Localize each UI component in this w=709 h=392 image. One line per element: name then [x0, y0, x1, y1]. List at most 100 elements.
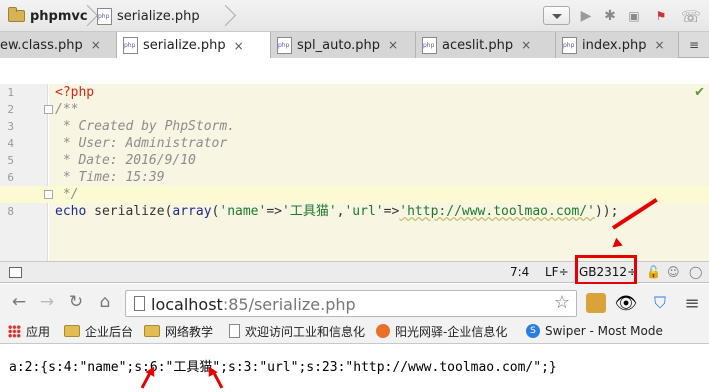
debug-icon[interactable]: ✱	[600, 6, 620, 26]
reload-icon[interactable]: ↻	[66, 292, 86, 312]
code-string: 'url'	[344, 204, 384, 219]
tab-index[interactable]: index.php ×	[556, 32, 679, 58]
folder-icon	[8, 7, 25, 22]
close-icon[interactable]: ×	[91, 38, 101, 52]
ide-navigation-bar: phpmvc serialize.php ▶ ✱ ▣ ⚑ ☏	[0, 0, 709, 32]
tab-overflow-menu[interactable]: ≡	[679, 32, 709, 58]
php-file-icon	[422, 36, 437, 54]
phone-debug-icon[interactable]: ☏	[681, 6, 701, 26]
code-line-1: <?php	[55, 85, 95, 100]
page-icon	[134, 296, 145, 311]
apps-icon	[8, 324, 21, 338]
code-line-7: */	[55, 187, 79, 202]
code-editor[interactable]: 1 2 3 4 5 6 7 8 ✔ <?php /** * Created by…	[0, 58, 709, 261]
tab-label: serialize.php	[143, 38, 226, 53]
address-bar[interactable]: localhost:85/serialize.php ☆	[125, 290, 577, 317]
line-number-gutter: 1 2 3 4 5 6 7 8	[0, 84, 48, 261]
tab-label: index.php	[582, 37, 647, 53]
tab-aceslit[interactable]: aceslit.php ×	[416, 32, 556, 58]
tab-label: ew.class.php	[0, 37, 83, 53]
url-text[interactable]: localhost:85/serialize.php	[151, 295, 356, 314]
code-line-4: * User: Administrator	[55, 136, 228, 151]
php-validate-icon[interactable]: ⚑	[651, 6, 671, 26]
code-line-3: * Created by PhpStorm.	[55, 119, 236, 134]
code-string-url: 'http://www.toolmao.com/'	[399, 204, 595, 219]
hector-icon[interactable]: ☺	[667, 265, 680, 279]
tab-ew-class[interactable]: ew.class.php ×	[0, 32, 117, 58]
breadcrumb-file[interactable]: serialize.php	[97, 5, 200, 27]
tab-label: spl_auto.php	[297, 37, 381, 53]
bookmark-label: Swiper - Most Mode	[545, 324, 663, 338]
bookmark-label: 欢迎访问工业和信息化	[245, 324, 366, 339]
bookmark-teaching[interactable]: 网络教学	[144, 322, 224, 340]
swiper-icon: S	[526, 324, 540, 338]
line-number: 5	[7, 154, 14, 167]
bookmark-swiper[interactable]: S Swiper - Most Mode	[526, 322, 664, 340]
code-line-5: * Date: 2016/9/10	[55, 153, 196, 168]
code-line-6: * Time: 15:39	[55, 170, 165, 185]
code-operator: =>	[266, 204, 282, 219]
tab-label: aceslit.php	[442, 37, 514, 53]
notebook-extension-icon[interactable]	[586, 293, 606, 313]
tool-windows-icon[interactable]	[9, 267, 22, 278]
tab-serialize[interactable]: serialize.php ×	[117, 32, 271, 59]
site-icon	[376, 324, 390, 338]
tab-spl-auto[interactable]: spl_auto.php ×	[271, 32, 416, 58]
bookmark-miit[interactable]: 欢迎访问工业和信息化	[229, 322, 369, 340]
breadcrumb-separator	[222, 4, 232, 28]
caret-position[interactable]: 7:4	[510, 265, 529, 279]
back-icon[interactable]: ←	[9, 292, 29, 312]
line-separator[interactable]: LF÷	[545, 265, 569, 279]
line-number: 6	[7, 171, 14, 184]
php-file-icon	[123, 37, 138, 54]
php-file-icon	[97, 7, 112, 25]
lock-icon[interactable]: 🔓	[646, 265, 661, 279]
bookmark-label: 网络教学	[165, 324, 214, 339]
close-icon[interactable]: ×	[521, 38, 531, 52]
bookmark-label: 阳光网驿-企业信息化	[395, 324, 508, 339]
close-icon[interactable]: ×	[654, 38, 664, 52]
fold-marker[interactable]	[44, 105, 53, 114]
code-line-8: echo serialize(array('name'=>'工具猫','url'…	[55, 203, 618, 220]
code-punct: ));	[594, 204, 619, 219]
url-host: localhost	[151, 295, 223, 314]
bookmark-label: 企业后台	[85, 324, 134, 339]
bookmark-apps[interactable]: 应用	[8, 322, 58, 340]
menu-icon[interactable]: ≡	[682, 293, 702, 314]
event-log-icon[interactable]: ◯	[689, 265, 702, 279]
close-icon[interactable]: ×	[388, 38, 398, 52]
close-icon[interactable]: ×	[234, 39, 244, 53]
serialized-output: a:2:{s:4:"name";s:6:"工具猫";s:3:"url";s:23…	[9, 360, 557, 375]
code-function: serialize(	[86, 204, 173, 219]
forward-icon[interactable]: →	[37, 292, 57, 312]
line-number: 2	[7, 103, 14, 116]
current-line-highlight	[0, 186, 709, 203]
breadcrumb-file-label: serialize.php	[117, 8, 200, 24]
shield-extension-icon[interactable]: ⛉	[650, 293, 670, 313]
run-icon[interactable]: ▶	[576, 6, 596, 26]
breadcrumb-separator	[84, 4, 94, 28]
folder-icon	[144, 325, 160, 337]
fold-marker[interactable]	[44, 190, 53, 199]
editor-top-strip	[0, 58, 709, 84]
coverage-icon[interactable]: ▣	[624, 6, 644, 26]
folder-icon	[64, 325, 80, 337]
run-config-dropdown[interactable]	[543, 6, 570, 25]
check-icon: ✔	[694, 85, 705, 100]
line-number: 8	[7, 205, 14, 218]
code-string: '工具猫'	[282, 204, 337, 219]
encoding-highlight-box	[575, 255, 637, 285]
line-number: 3	[7, 120, 14, 133]
bookmark-sunshine[interactable]: 阳光网驿-企业信息化	[376, 322, 516, 340]
code-operator: =>	[383, 204, 400, 219]
code-keyword: array	[172, 204, 212, 219]
page-icon	[229, 324, 240, 338]
php-file-icon	[562, 36, 577, 54]
eye-extension-icon[interactable]: 👁	[615, 293, 638, 314]
bookmark-label: 应用	[26, 324, 51, 339]
code-keyword: echo	[55, 204, 87, 219]
home-icon[interactable]: ⌂	[95, 292, 115, 312]
line-number: 1	[7, 86, 14, 99]
bookmark-star-icon[interactable]: ☆	[554, 292, 570, 313]
breadcrumb-project[interactable]: phpmvc	[8, 5, 88, 27]
